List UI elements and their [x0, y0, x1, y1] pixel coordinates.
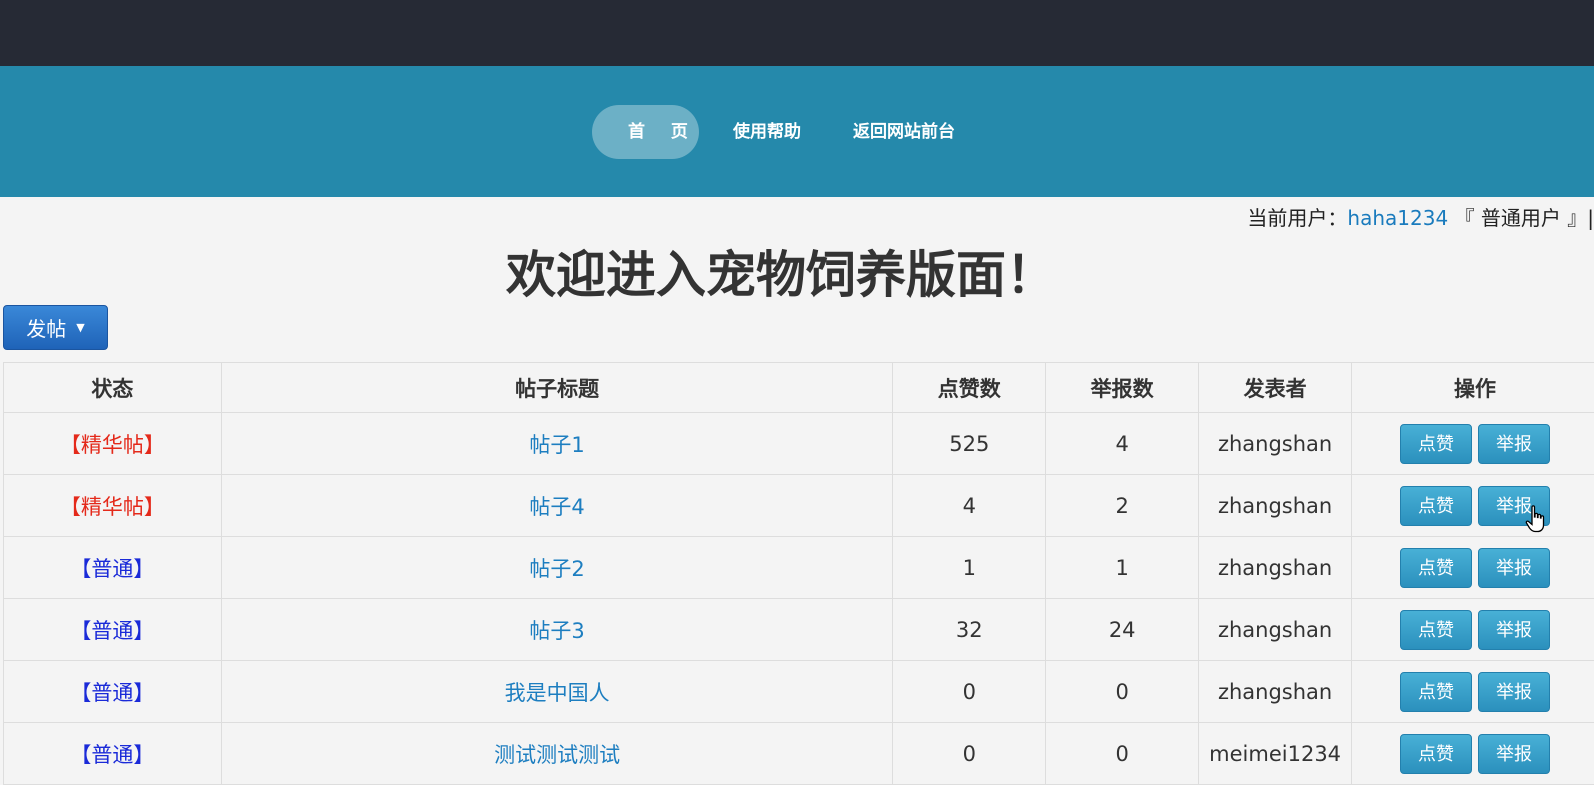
post-author: zhangshan	[1198, 660, 1353, 723]
post-title-link[interactable]: 帖子2	[529, 557, 584, 581]
post-likes: 525	[892, 412, 1047, 475]
header-actions: 操作	[1351, 362, 1594, 413]
post-author: zhangshan	[1198, 474, 1353, 537]
post-actions: 点赞 举报	[1351, 598, 1594, 661]
post-reports: 2	[1045, 474, 1200, 537]
post-likes: 0	[892, 722, 1047, 785]
report-button[interactable]: 举报	[1478, 733, 1551, 774]
post-title-cell: 帖子1	[220, 412, 894, 475]
post-title-link[interactable]: 我是中国人	[505, 681, 610, 705]
table-row: 【普通】 我是中国人 0 0 zhangshan 点赞 举报	[3, 660, 1594, 723]
post-dropdown-button[interactable]: 发帖 ▼	[3, 305, 108, 350]
post-reports: 0	[1045, 722, 1200, 785]
current-user-name[interactable]: haha1234	[1347, 206, 1448, 230]
header-author: 发表者	[1198, 362, 1353, 413]
like-button[interactable]: 点赞	[1400, 485, 1473, 526]
post-status: 【精华帖】	[3, 474, 222, 537]
hand-cursor-icon	[1525, 505, 1545, 533]
caret-down-icon: ▼	[76, 321, 85, 334]
status-badge: 【普通】	[70, 556, 155, 581]
post-title-cell: 我是中国人	[220, 660, 894, 723]
post-button-label: 发帖	[26, 317, 67, 341]
report-button[interactable]: 举报	[1478, 671, 1551, 712]
like-button[interactable]: 点赞	[1400, 733, 1473, 774]
page-title: 欢迎进入宠物饲养版面！	[506, 246, 1056, 304]
post-status: 【普通】	[3, 722, 222, 785]
table-row: 【精华帖】 帖子1 525 4 zhangshan 点赞 举报	[3, 412, 1594, 475]
post-reports: 0	[1045, 660, 1200, 723]
post-status: 【普通】	[3, 660, 222, 723]
header-title: 帖子标题	[220, 362, 894, 413]
post-actions: 点赞 举报	[1351, 412, 1594, 475]
header-likes: 点赞数	[892, 362, 1047, 413]
post-title-cell: 帖子2	[220, 536, 894, 599]
post-actions: 点赞 举报	[1351, 474, 1594, 537]
post-author: zhangshan	[1198, 598, 1353, 661]
like-button[interactable]: 点赞	[1400, 547, 1473, 588]
nav-back-to-site[interactable]: 返回网站前台	[827, 105, 981, 159]
post-author: meimei1234	[1198, 722, 1353, 785]
post-actions: 点赞 举报	[1351, 722, 1594, 785]
posts-table: 状态 帖子标题 点赞数 举报数 发表者 操作 【精华帖】 帖子1 525 4 zhang…	[3, 362, 1594, 785]
table-row: 【普通】 帖子3 32 24 zhangshan 点赞 举报	[3, 598, 1594, 661]
post-title-cell: 帖子4	[220, 474, 894, 537]
post-likes: 32	[892, 598, 1047, 661]
header-reports: 举报数	[1045, 362, 1200, 413]
like-button[interactable]: 点赞	[1400, 671, 1473, 712]
status-badge: 【普通】	[70, 742, 155, 767]
post-title-link[interactable]: 帖子3	[529, 619, 584, 643]
post-title-cell: 测试测试测试	[220, 722, 894, 785]
post-author: zhangshan	[1198, 412, 1353, 475]
post-title-link[interactable]: 帖子4	[529, 495, 584, 519]
post-author: zhangshan	[1198, 536, 1353, 599]
post-reports: 4	[1045, 412, 1200, 475]
status-badge: 【普通】	[70, 618, 155, 643]
post-title-link[interactable]: 帖子1	[529, 433, 584, 457]
status-badge: 【普通】	[70, 680, 155, 705]
post-reports: 1	[1045, 536, 1200, 599]
current-user-line: 当前用户：haha1234 『 普通用户 』|	[1247, 202, 1594, 231]
post-title-link[interactable]: 测试测试测试	[494, 743, 620, 767]
current-user-prefix: 当前用户：	[1247, 206, 1348, 230]
post-status: 【精华帖】	[3, 412, 222, 475]
status-badge: 【精华帖】	[59, 494, 165, 519]
main-nav: 首 页 使用帮助 返回网站前台	[592, 105, 981, 159]
report-button[interactable]: 举报	[1478, 609, 1551, 650]
nav-home[interactable]: 首 页	[592, 105, 699, 159]
table-row: 【普通】 帖子2 1 1 zhangshan 点赞 举报	[3, 536, 1594, 599]
current-user-role: 『 普通用户 』|	[1454, 206, 1594, 230]
report-button[interactable]: 举报	[1478, 547, 1551, 588]
table-row: 【精华帖】 帖子4 4 2 zhangshan 点赞 举报	[3, 474, 1594, 537]
post-title-cell: 帖子3	[220, 598, 894, 661]
like-button[interactable]: 点赞	[1400, 423, 1473, 464]
post-actions: 点赞 举报	[1351, 536, 1594, 599]
post-status: 【普通】	[3, 536, 222, 599]
report-button[interactable]: 举报	[1478, 423, 1551, 464]
post-status: 【普通】	[3, 598, 222, 661]
post-actions: 点赞 举报	[1351, 660, 1594, 723]
post-likes: 4	[892, 474, 1047, 537]
header-status: 状态	[3, 362, 222, 413]
like-button[interactable]: 点赞	[1400, 609, 1473, 650]
table-row: 【普通】 测试测试测试 0 0 meimei1234 点赞 举报	[3, 722, 1594, 785]
post-reports: 24	[1045, 598, 1200, 661]
table-header-row: 状态 帖子标题 点赞数 举报数 发表者 操作	[3, 362, 1594, 413]
post-likes: 0	[892, 660, 1047, 723]
nav-help[interactable]: 使用帮助	[707, 105, 827, 159]
top-bar	[0, 0, 1594, 66]
post-likes: 1	[892, 536, 1047, 599]
status-badge: 【精华帖】	[59, 432, 165, 457]
